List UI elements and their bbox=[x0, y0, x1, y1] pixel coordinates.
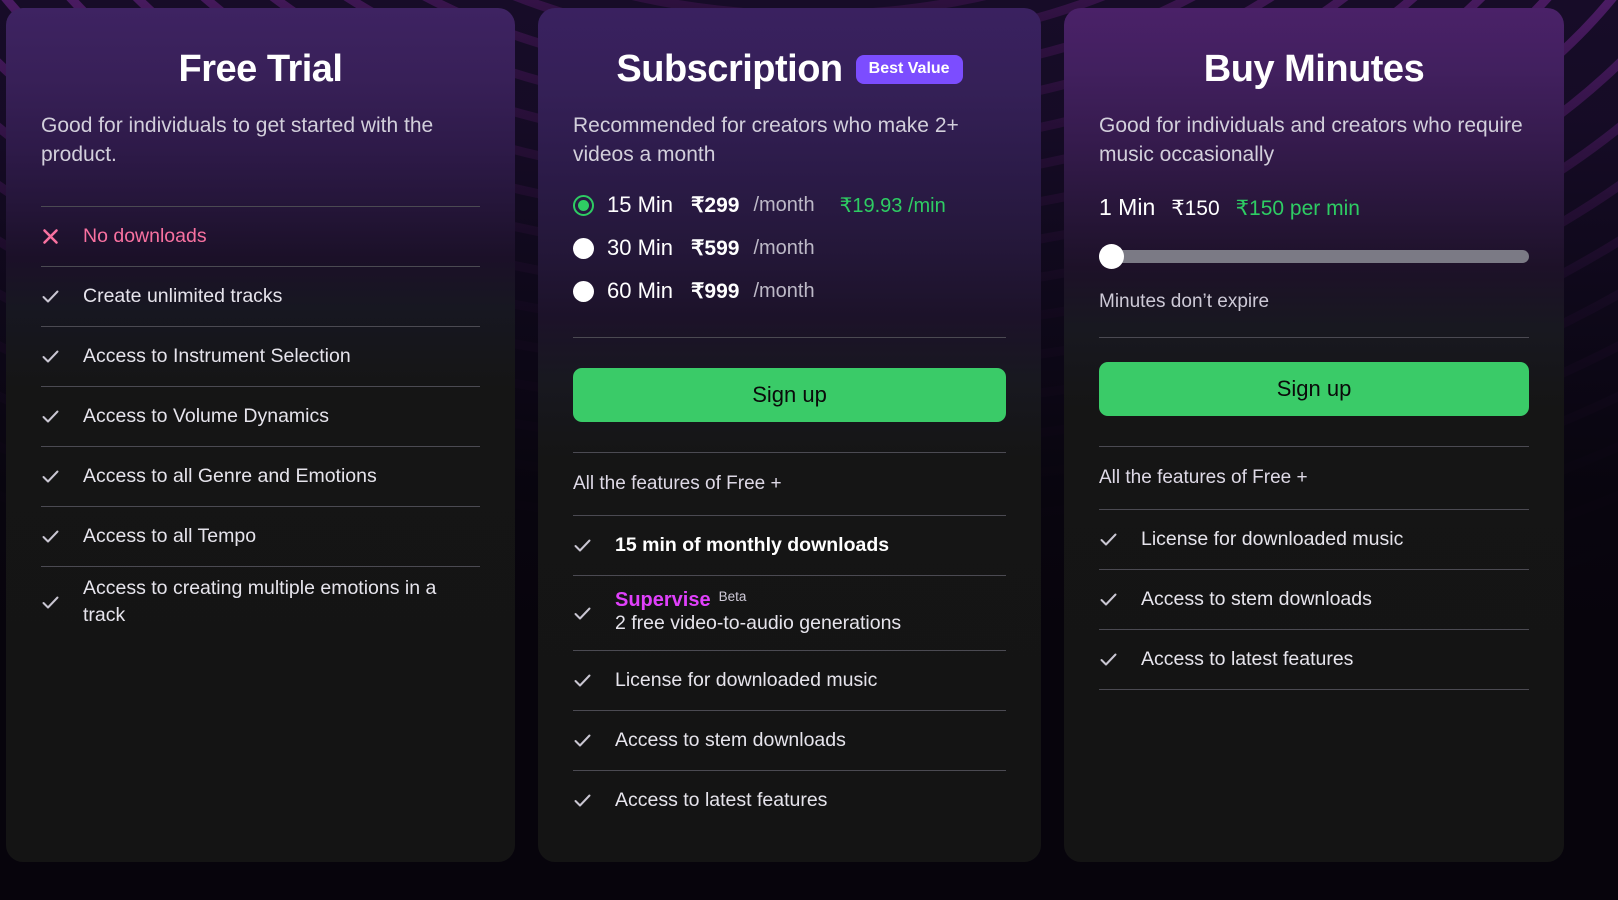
feature-label: Access to stem downloads bbox=[1141, 587, 1372, 610]
minutes-slider[interactable] bbox=[1099, 244, 1529, 270]
feature-label: Create unlimited tracks bbox=[83, 284, 283, 307]
feature-label: Access to all Tempo bbox=[83, 524, 257, 547]
feature-label: Access to Volume Dynamics bbox=[83, 404, 330, 427]
option-60-min[interactable]: 60 Min ₹999 /month bbox=[573, 270, 1006, 313]
check-icon bbox=[41, 407, 83, 426]
option-30-min[interactable]: 30 Min ₹599 /month bbox=[573, 227, 1006, 270]
page-title-free-trial: Free Trial bbox=[178, 48, 343, 90]
check-icon bbox=[573, 671, 615, 690]
includes-note-subscription: All the features of Free + bbox=[573, 473, 782, 495]
cross-icon bbox=[41, 227, 83, 246]
option-rate: ₹19.93 /min bbox=[839, 194, 946, 217]
includes-note-buy-minutes: All the features of Free + bbox=[1099, 467, 1308, 489]
check-icon bbox=[41, 347, 83, 366]
feature-label: License for downloaded music bbox=[1141, 527, 1404, 550]
feature-row: Access to creating multiple emotions in … bbox=[41, 567, 480, 638]
radio-button-30-min[interactable] bbox=[573, 237, 594, 259]
feature-label: 15 min of monthly downloads bbox=[615, 533, 890, 556]
check-icon bbox=[1099, 650, 1141, 669]
subscription-options-group[interactable]: 15 Min ₹299 /month ₹19.93 /min 30 Min ₹5… bbox=[573, 184, 1006, 313]
pricing-cards-container: Free Trial Good for individuals to get s… bbox=[0, 0, 1618, 900]
plan-card-subscription: Subscription Best Value Recommended for … bbox=[538, 8, 1041, 862]
option-minutes: 30 Min bbox=[607, 235, 674, 261]
supervise-description: 2 free video-to-audio generations bbox=[615, 612, 902, 635]
feature-label: No downloads bbox=[83, 224, 207, 247]
feature-label: Access to latest features bbox=[1141, 647, 1354, 670]
option-period: /month bbox=[753, 193, 815, 216]
check-icon bbox=[573, 731, 615, 750]
check-icon bbox=[573, 604, 615, 623]
check-icon bbox=[1099, 530, 1141, 549]
plan-card-free-trial: Free Trial Good for individuals to get s… bbox=[6, 8, 515, 862]
plan-card-buy-minutes: Buy Minutes Good for individuals and cre… bbox=[1064, 8, 1564, 862]
radio-button-15-min[interactable] bbox=[573, 194, 594, 216]
buy-minutes-price-row: 1 Min ₹150 ₹150 per min bbox=[1099, 194, 1529, 221]
check-icon bbox=[41, 467, 83, 486]
feature-row: Access to stem downloads bbox=[1099, 570, 1529, 629]
plan-description-buy-minutes: Good for individuals and creators who re… bbox=[1099, 113, 1523, 166]
option-price: ₹599 bbox=[691, 236, 740, 260]
feature-label: Access to Instrument Selection bbox=[83, 344, 351, 367]
selected-price: ₹150 bbox=[1171, 196, 1220, 220]
supervise-title-row: Supervise Beta bbox=[615, 589, 901, 611]
feature-row: License for downloaded music bbox=[1099, 510, 1529, 569]
feature-row: License for downloaded music bbox=[573, 651, 1006, 710]
check-icon bbox=[41, 593, 83, 612]
check-icon bbox=[573, 791, 615, 810]
feature-row: Access to all Genre and Emotions bbox=[41, 447, 480, 506]
check-icon bbox=[573, 536, 615, 555]
feature-row: Access to all Tempo bbox=[41, 507, 480, 566]
feature-label: Access to all Genre and Emotions bbox=[83, 464, 377, 487]
beta-tag: Beta bbox=[718, 589, 747, 605]
signup-button-buy-minutes[interactable]: Sign up bbox=[1099, 361, 1529, 417]
selected-rate: ₹150 per min bbox=[1235, 196, 1360, 220]
feature-label: Access to stem downloads bbox=[615, 728, 846, 751]
feature-row-supervise: Supervise Beta 2 free video-to-audio gen… bbox=[573, 576, 1006, 650]
feature-row: Access to latest features bbox=[1099, 630, 1529, 689]
signup-button-subscription[interactable]: Sign up bbox=[573, 367, 1006, 423]
divider bbox=[1099, 689, 1529, 691]
supervise-block: Supervise Beta 2 free video-to-audio gen… bbox=[615, 589, 901, 636]
minutes-expiry-note: Minutes don’t expire bbox=[1099, 290, 1270, 312]
plan-description-free-trial: Good for individuals to get started with… bbox=[41, 113, 434, 166]
selected-minutes: 1 Min bbox=[1099, 193, 1156, 220]
check-icon bbox=[41, 287, 83, 306]
supervise-name: Supervise bbox=[615, 589, 711, 612]
slider-track[interactable] bbox=[1099, 250, 1529, 264]
page-title-subscription: Subscription bbox=[616, 48, 843, 90]
feature-row-monthly-downloads: 15 min of monthly downloads bbox=[573, 516, 1006, 575]
feature-label: License for downloaded music bbox=[615, 668, 878, 691]
check-icon bbox=[41, 527, 83, 546]
option-15-min[interactable]: 15 Min ₹299 /month ₹19.93 /min bbox=[573, 184, 1006, 227]
feature-row: Access to Volume Dynamics bbox=[41, 387, 480, 446]
plan-description-subscription: Recommended for creators who make 2+ vid… bbox=[573, 113, 959, 166]
feature-label: Access to latest features bbox=[615, 788, 828, 811]
radio-button-60-min[interactable] bbox=[573, 280, 594, 302]
feature-row: Access to latest features bbox=[573, 771, 1006, 830]
feature-row: Access to Instrument Selection bbox=[41, 327, 480, 386]
option-minutes: 60 Min bbox=[607, 278, 674, 304]
feature-row-no-downloads: No downloads bbox=[41, 207, 480, 266]
page-title-buy-minutes: Buy Minutes bbox=[1203, 48, 1425, 90]
option-minutes: 15 Min bbox=[607, 192, 674, 218]
option-period: /month bbox=[753, 236, 815, 259]
subscription-title-row: Subscription Best Value bbox=[573, 48, 1006, 90]
option-price: ₹999 bbox=[691, 279, 740, 303]
feature-label: Access to creating multiple emotions in … bbox=[83, 576, 437, 627]
feature-row: Create unlimited tracks bbox=[41, 267, 480, 326]
option-period: /month bbox=[753, 279, 815, 302]
option-price: ₹299 bbox=[691, 193, 740, 217]
status-badge-best-value: Best Value bbox=[855, 55, 963, 85]
slider-thumb[interactable] bbox=[1099, 244, 1124, 270]
feature-row: Access to stem downloads bbox=[573, 711, 1006, 770]
check-icon bbox=[1099, 590, 1141, 609]
